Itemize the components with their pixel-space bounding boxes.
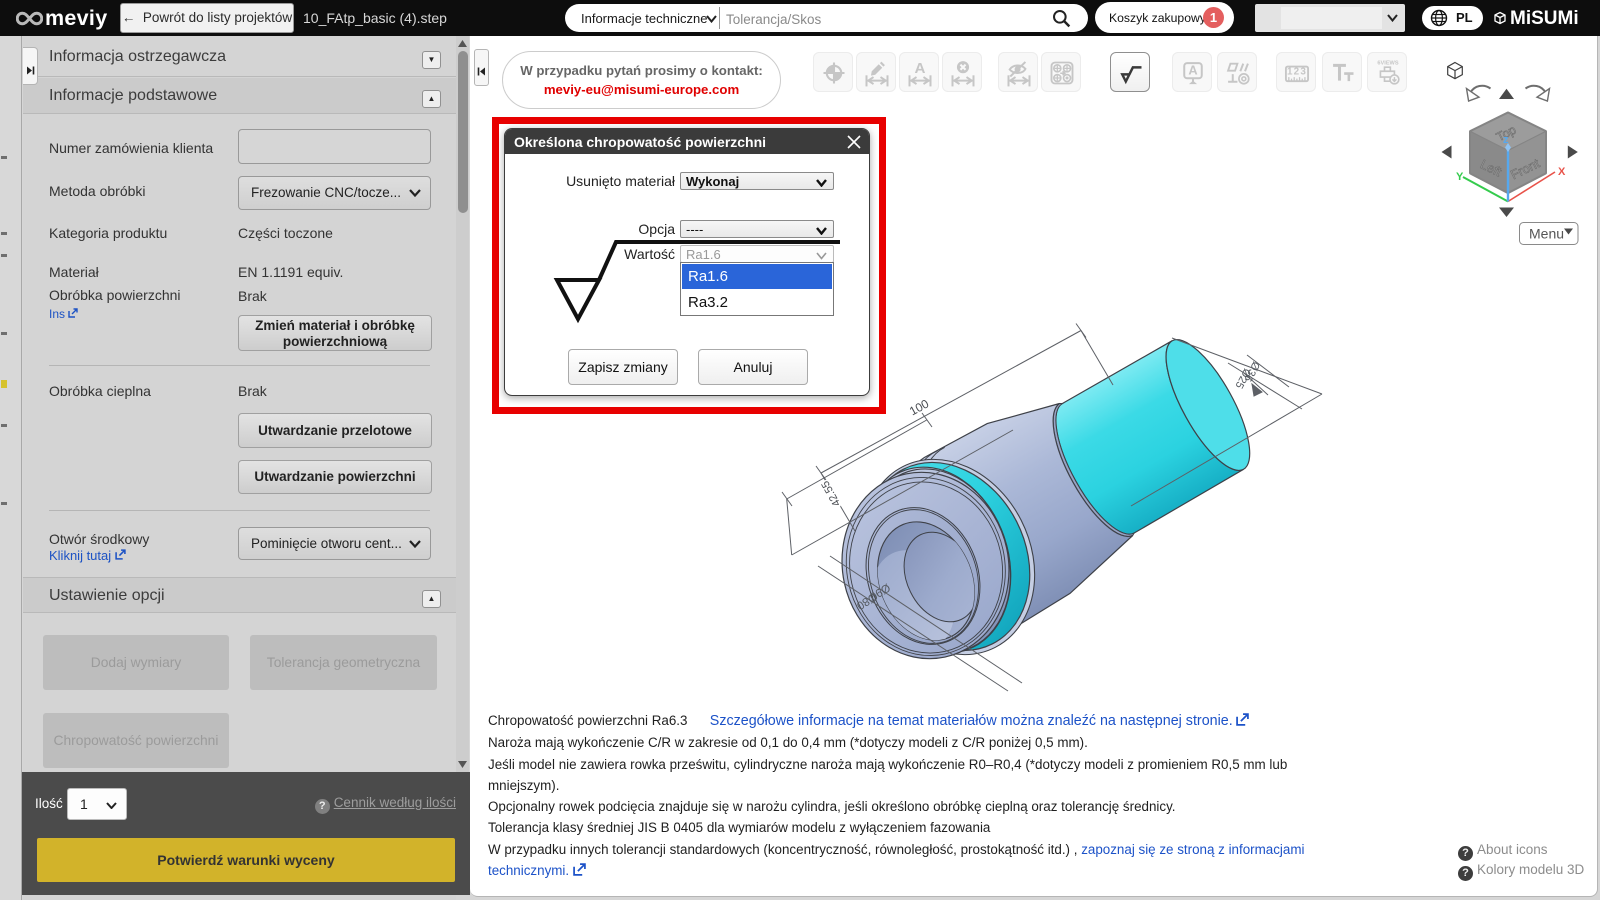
svg-text:X: X: [1558, 166, 1566, 178]
svg-text:Ø25: Ø25: [1232, 366, 1252, 390]
svg-text:Y: Y: [1456, 171, 1464, 183]
svg-text:100: 100: [907, 396, 932, 418]
svg-text:Menu: Menu: [1529, 226, 1564, 242]
svg-text:z: z: [1503, 134, 1509, 146]
svg-text:42.55: 42.55: [819, 479, 843, 509]
